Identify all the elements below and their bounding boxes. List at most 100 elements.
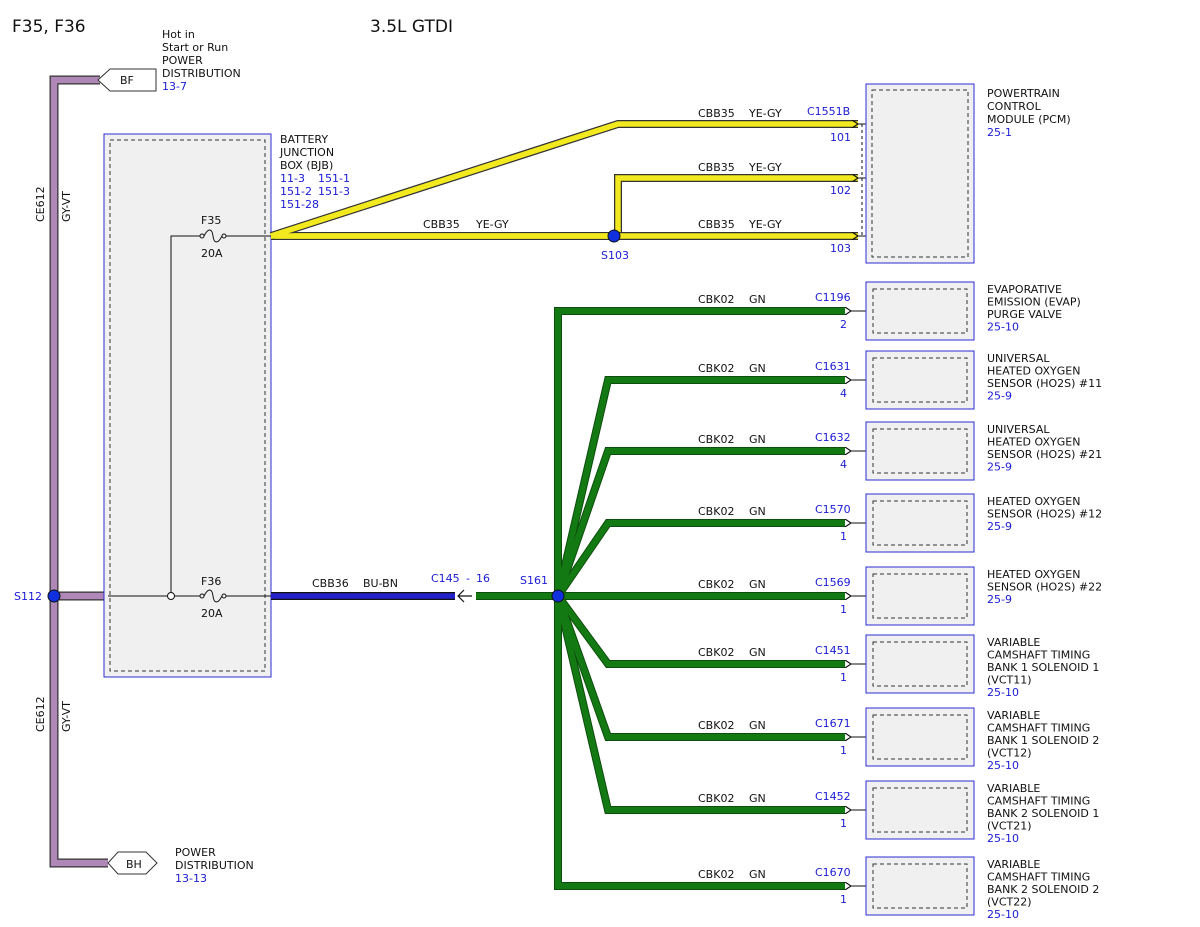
bh-label-1: POWER [175, 846, 216, 859]
load-connector[interactable]: C1632 [815, 431, 851, 444]
load-color: GN [749, 646, 766, 659]
load-color: GN [749, 719, 766, 732]
pcm-page-ref[interactable]: 25-1 [987, 126, 1012, 139]
load-page-ref[interactable]: 25-10 [987, 908, 1019, 921]
load-page-ref[interactable]: 25-9 [987, 593, 1012, 606]
load-connector[interactable]: C1196 [815, 291, 851, 304]
load-device-box[interactable] [865, 566, 975, 626]
load-circuit: CBK02 [698, 505, 734, 518]
load-label-line: (VCT21) [987, 820, 1032, 833]
pcm-label-3: MODULE (PCM) [987, 113, 1071, 126]
pcm-101-color: YE-GY [748, 107, 782, 120]
pcm-label-1: POWERTRAIN [987, 87, 1060, 100]
load-color: GN [749, 362, 766, 375]
load-page-ref[interactable]: 25-9 [987, 390, 1012, 403]
pcm-101-circuit: CBB35 [698, 107, 735, 120]
pcm-pin-103: 103 [830, 242, 851, 255]
load-label-line: BANK 1 SOLENOID 2 [987, 734, 1099, 747]
load-page-ref[interactable]: 25-10 [987, 686, 1019, 699]
load-device-box[interactable] [865, 281, 975, 341]
load-circuit: CBK02 [698, 646, 734, 659]
pcm-connector[interactable]: C1551B [807, 105, 850, 118]
splice-s161[interactable] [551, 589, 565, 603]
bf-label-3: POWER [162, 54, 203, 67]
ce612-bottom-color: GY-VT [60, 701, 73, 732]
load-connector[interactable]: C1631 [815, 360, 851, 373]
ce612-top-circuit: CE612 [34, 186, 47, 222]
bh-label-2: DISTRIBUTION [175, 859, 254, 872]
load-device-box[interactable] [865, 634, 975, 694]
bjb-label-2: JUNCTION [279, 146, 334, 159]
bf-label-2: Start or Run [162, 41, 228, 54]
load-connector[interactable]: C1670 [815, 866, 851, 879]
load-label-line: (VCT22) [987, 896, 1032, 909]
load-label-line: VARIABLE [987, 709, 1040, 722]
load-circuit: CBK02 [698, 868, 734, 881]
load-device-box[interactable] [865, 493, 975, 553]
load-page-ref[interactable]: 25-10 [987, 321, 1019, 334]
load-label-line: CAMSHAFT TIMING [987, 871, 1090, 884]
load-connector[interactable]: C1569 [815, 576, 851, 589]
bjb-ref-2[interactable]: 151-1 [318, 172, 350, 185]
load-label-line: PURGE VALVE [987, 308, 1062, 321]
bf-label-4: DISTRIBUTION [162, 67, 241, 80]
splice-s112[interactable] [47, 589, 61, 603]
load-page-ref[interactable]: 25-10 [987, 759, 1019, 772]
bjb-ref-4[interactable]: 151-3 [318, 185, 350, 198]
load-label-line: HEATED OXYGEN [987, 495, 1080, 508]
load-pin: 4 [840, 387, 847, 400]
load-label-line: (VCT12) [987, 747, 1032, 760]
bjb-ref-1[interactable]: 11-3 [280, 172, 305, 185]
pcm-103-circuit: CBB35 [698, 218, 735, 231]
cbb35-main-color: YE-GY [475, 218, 509, 231]
load-label-line: HEATED OXYGEN [987, 436, 1080, 449]
load-connector[interactable]: C1452 [815, 790, 851, 803]
wiring-diagram: F35, F36 3.5L GTDI BF Hot in Start or Ru… [12, 17, 1102, 921]
connector-tag-bf[interactable]: BF [97, 68, 157, 92]
inline-connector-c145-symbol[interactable] [457, 589, 472, 603]
fuse-f36-name: F36 [201, 575, 221, 588]
load-label-line: CAMSHAFT TIMING [987, 722, 1090, 735]
load-device-box[interactable] [865, 707, 975, 767]
inline-connector-sep: - [466, 572, 470, 585]
load-circuit: CBK02 [698, 293, 734, 306]
diagram-title-engine: 3.5L GTDI [370, 17, 453, 37]
bh-page-ref[interactable]: 13-13 [175, 872, 207, 885]
load-color: GN [749, 578, 766, 591]
pcm-103-color: YE-GY [748, 218, 782, 231]
load-label-line: VARIABLE [987, 782, 1040, 795]
load-circuit: CBK02 [698, 719, 734, 732]
load-device-box[interactable] [865, 421, 975, 481]
load-connector[interactable]: C1671 [815, 717, 851, 730]
bjb-ref-5[interactable]: 151-28 [280, 198, 319, 211]
bjb-ref-3[interactable]: 151-2 [280, 185, 312, 198]
load-circuit: CBK02 [698, 433, 734, 446]
fuse-f35-rating: 20A [201, 247, 223, 260]
load-pin: 1 [840, 603, 847, 616]
bf-page-ref[interactable]: 13-7 [162, 80, 187, 93]
pcm-module-box[interactable] [865, 83, 975, 264]
cbb36-circuit: CBB36 [312, 577, 349, 590]
load-label-line: (VCT11) [987, 674, 1032, 687]
connector-tag-bh[interactable]: BH [107, 851, 158, 875]
load-label-line: VARIABLE [987, 636, 1040, 649]
load-page-ref[interactable]: 25-10 [987, 832, 1019, 845]
load-page-ref[interactable]: 25-9 [987, 520, 1012, 533]
load-device-box[interactable] [865, 350, 975, 410]
splice-s103[interactable] [607, 229, 621, 243]
fuse-f35-name: F35 [201, 214, 221, 227]
fuse-f36-rating: 20A [201, 607, 223, 620]
load-label-line: BANK 2 SOLENOID 2 [987, 883, 1099, 896]
load-device-box[interactable] [865, 780, 975, 840]
load-device-box[interactable] [865, 856, 975, 916]
cbb35-main-circuit: CBB35 [423, 218, 460, 231]
load-connector[interactable]: C1570 [815, 503, 851, 516]
load-page-ref[interactable]: 25-9 [987, 461, 1012, 474]
svg-text:BF: BF [120, 74, 134, 87]
load-pin: 1 [840, 530, 847, 543]
load-label-line: BANK 1 SOLENOID 1 [987, 661, 1099, 674]
load-label-line: SENSOR (HO2S) #12 [987, 508, 1102, 521]
load-connector[interactable]: C1451 [815, 644, 851, 657]
load-label-line: EVAPORATIVE [987, 283, 1062, 296]
inline-connector-c145[interactable]: C145 [431, 572, 460, 585]
